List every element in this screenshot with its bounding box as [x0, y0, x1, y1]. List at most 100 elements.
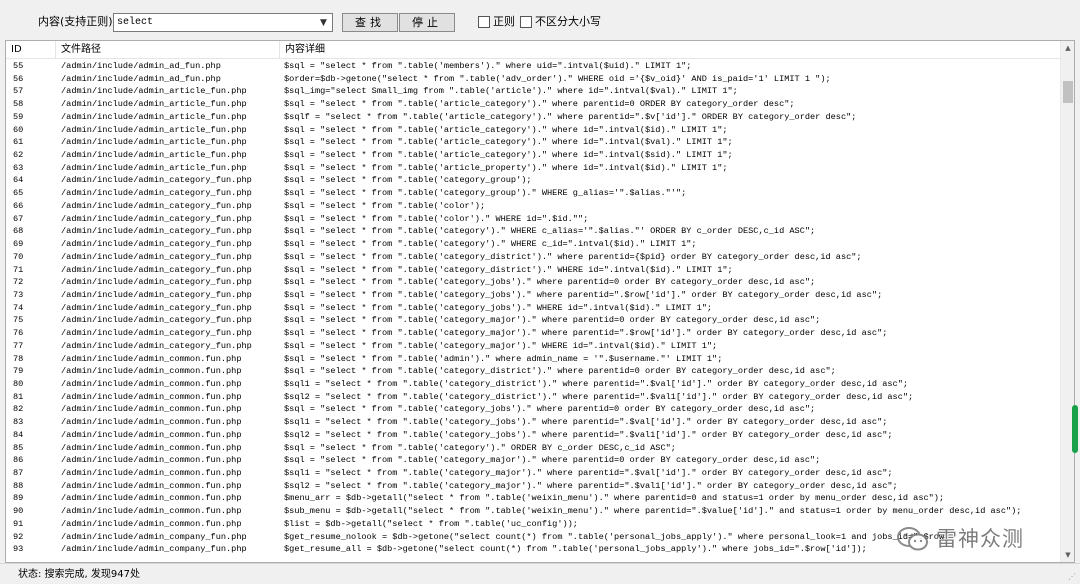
row-content-detail: $sql = "select * from ".table('category_…: [284, 328, 888, 339]
table-row[interactable]: 84/admin/include/admin_common.fun.php $sq…: [6, 429, 1061, 442]
table-row[interactable]: 77/admin/include/admin_category_fun.php $…: [6, 340, 1061, 353]
row-id: 78: [13, 353, 24, 364]
scrollbar-thumb[interactable]: [1063, 81, 1073, 103]
table-row[interactable]: 82/admin/include/admin_common.fun.php $sq…: [6, 403, 1061, 416]
scroll-up-icon[interactable]: ▲: [1061, 41, 1074, 55]
row-file-path: /admin/include/admin_category_fun.php: [61, 289, 252, 300]
row-content-detail: $sql = "select * from ".table('category_…: [284, 366, 836, 377]
ignore-case-checkbox[interactable]: [520, 16, 532, 28]
row-id: 76: [13, 328, 24, 339]
chevron-down-icon[interactable]: ▼: [315, 14, 332, 31]
row-file-path: /admin/include/admin_category_fun.php: [61, 251, 252, 262]
regex-label[interactable]: 正则: [493, 15, 515, 29]
resize-grip-icon[interactable]: ⋰: [1068, 572, 1078, 582]
table-row[interactable]: 57/admin/include/admin_article_fun.php $s…: [6, 85, 1061, 98]
row-content-detail: $sql = "select * from ".table('category_…: [284, 404, 816, 415]
table-row[interactable]: 63/admin/include/admin_article_fun.php $s…: [6, 162, 1061, 175]
table-row[interactable]: 66/admin/include/admin_category_fun.php $…: [6, 200, 1061, 213]
row-file-path: /admin/include/admin_common.fun.php: [61, 480, 242, 491]
row-file-path: /admin/include/admin_common.fun.php: [61, 429, 242, 440]
row-content-detail: $sql = "select * from ".table('category'…: [284, 226, 816, 237]
table-row[interactable]: 79/admin/include/admin_common.fun.php $sq…: [6, 365, 1061, 378]
row-id: 92: [13, 531, 24, 542]
table-row[interactable]: 75/admin/include/admin_category_fun.php $…: [6, 314, 1061, 327]
row-id: 77: [13, 340, 24, 351]
table-row[interactable]: 61/admin/include/admin_article_fun.php $s…: [6, 136, 1061, 149]
row-file-path: /admin/include/admin_category_fun.php: [61, 239, 252, 250]
row-content-detail: $sql = "select * from ".table('article_c…: [284, 150, 733, 161]
row-id: 56: [13, 73, 24, 84]
row-content-detail: $sql1 = "select * from ".table('category…: [284, 417, 888, 428]
table-row[interactable]: 87/admin/include/admin_common.fun.php $sq…: [6, 467, 1061, 480]
table-row[interactable]: 56/admin/include/admin_ad_fun.php $order=…: [6, 73, 1061, 86]
row-file-path: /admin/include/admin_common.fun.php: [61, 506, 242, 517]
row-id: 67: [13, 213, 24, 224]
table-row[interactable]: 69/admin/include/admin_category_fun.php $…: [6, 238, 1061, 251]
row-content-detail: $sql = "select * from ".table('category_…: [284, 289, 883, 300]
content-label: 内容(支持正则):: [38, 15, 117, 28]
row-content-detail: $sql = "select * from ".table('color');: [284, 200, 486, 211]
table-row[interactable]: 88/admin/include/admin_common.fun.php $sq…: [6, 480, 1061, 493]
row-file-path: /admin/include/admin_article_fun.php: [61, 150, 247, 161]
table-row[interactable]: 60/admin/include/admin_article_fun.php $s…: [6, 124, 1061, 137]
table-row[interactable]: 76/admin/include/admin_category_fun.php $…: [6, 327, 1061, 340]
row-content-detail: $sql = "select * from ".table('category_…: [284, 175, 532, 186]
vertical-scrollbar[interactable]: ▲ ▼: [1060, 41, 1074, 562]
table-row[interactable]: 86/admin/include/admin_common.fun.php $sq…: [6, 454, 1061, 467]
column-header-file-path[interactable]: 文件路径: [56, 41, 280, 59]
table-row[interactable]: 65/admin/include/admin_category_fun.php $…: [6, 187, 1061, 200]
row-content-detail: $sql = "select * from ".table('members')…: [284, 61, 692, 71]
table-row[interactable]: 58/admin/include/admin_article_fun.php $s…: [6, 98, 1061, 111]
table-row[interactable]: 70/admin/include/admin_category_fun.php $…: [6, 251, 1061, 264]
row-content-detail: $sql = "select * from ".table('category'…: [284, 442, 676, 453]
table-row[interactable]: 83/admin/include/admin_common.fun.php $sq…: [6, 416, 1061, 429]
regex-checkbox[interactable]: [478, 16, 490, 28]
table-row[interactable]: 71/admin/include/admin_category_fun.php $…: [6, 264, 1061, 277]
column-header-id[interactable]: ID: [6, 41, 56, 59]
row-file-path: /admin/include/admin_common.fun.php: [61, 493, 242, 504]
row-file-path: /admin/include/admin_common.fun.php: [61, 417, 242, 428]
row-id: 86: [13, 455, 24, 466]
table-row[interactable]: 64/admin/include/admin_category_fun.php $…: [6, 174, 1061, 187]
row-file-path: /admin/include/admin_category_fun.php: [61, 328, 252, 339]
row-content-detail: $sql = "select * from ".table('category_…: [284, 264, 733, 275]
table-row[interactable]: 67/admin/include/admin_category_fun.php $…: [6, 213, 1061, 226]
table-row[interactable]: 68/admin/include/admin_category_fun.php $…: [6, 225, 1061, 238]
table-row[interactable]: 81/admin/include/admin_common.fun.php $sq…: [6, 391, 1061, 404]
results-list[interactable]: ID 文件路径 内容详细 55/admin/include/admin_ad_f…: [5, 40, 1075, 563]
row-file-path: /admin/include/admin_common.fun.php: [61, 391, 242, 402]
search-input[interactable]: select: [117, 16, 153, 29]
results-rows: 55/admin/include/admin_ad_fun.php $sql = …: [6, 60, 1061, 562]
table-row[interactable]: 72/admin/include/admin_category_fun.php $…: [6, 276, 1061, 289]
row-content-detail: $sub_menu = $db->getall("select * from "…: [284, 506, 1022, 517]
row-file-path: /admin/include/admin_category_fun.php: [61, 340, 252, 351]
table-row[interactable]: 62/admin/include/admin_article_fun.php $s…: [6, 149, 1061, 162]
column-header-content-detail[interactable]: 内容详细: [280, 41, 1061, 59]
ignore-case-label[interactable]: 不区分大小写: [535, 15, 601, 29]
row-file-path: /admin/include/admin_category_fun.php: [61, 277, 252, 288]
stop-button[interactable]: 停止: [399, 13, 455, 32]
scroll-down-icon[interactable]: ▼: [1061, 548, 1074, 562]
row-id: 60: [13, 124, 24, 135]
row-content-detail: $sql2 = "select * from ".table('category…: [284, 480, 898, 491]
row-file-path: /admin/include/admin_category_fun.php: [61, 264, 252, 275]
table-row[interactable]: 80/admin/include/admin_common.fun.php $sq…: [6, 378, 1061, 391]
row-id: 83: [13, 417, 24, 428]
row-file-path: /admin/include/admin_article_fun.php: [61, 111, 247, 122]
table-row[interactable]: 85/admin/include/admin_common.fun.php $sq…: [6, 442, 1061, 455]
row-id: 63: [13, 162, 24, 173]
table-row[interactable]: 74/admin/include/admin_category_fun.php $…: [6, 302, 1061, 315]
row-id: 81: [13, 391, 24, 402]
table-row[interactable]: 55/admin/include/admin_ad_fun.php $sql = …: [6, 60, 1061, 73]
row-file-path: /admin/include/admin_common.fun.php: [61, 518, 242, 529]
row-id: 57: [13, 86, 24, 97]
table-row[interactable]: 89/admin/include/admin_common.fun.php $me…: [6, 492, 1061, 505]
table-row[interactable]: 59/admin/include/admin_article_fun.php $s…: [6, 111, 1061, 124]
search-combobox[interactable]: select ▼: [113, 13, 333, 32]
table-row[interactable]: 73/admin/include/admin_category_fun.php $…: [6, 289, 1061, 302]
table-row[interactable]: 78/admin/include/admin_common.fun.php $sq…: [6, 353, 1061, 366]
search-button[interactable]: 查找: [342, 13, 398, 32]
table-row[interactable]: 90/admin/include/admin_common.fun.php $su…: [6, 505, 1061, 518]
row-content-detail: $sql = "select * from ".table('article_c…: [284, 137, 733, 148]
row-id: 90: [13, 506, 24, 517]
